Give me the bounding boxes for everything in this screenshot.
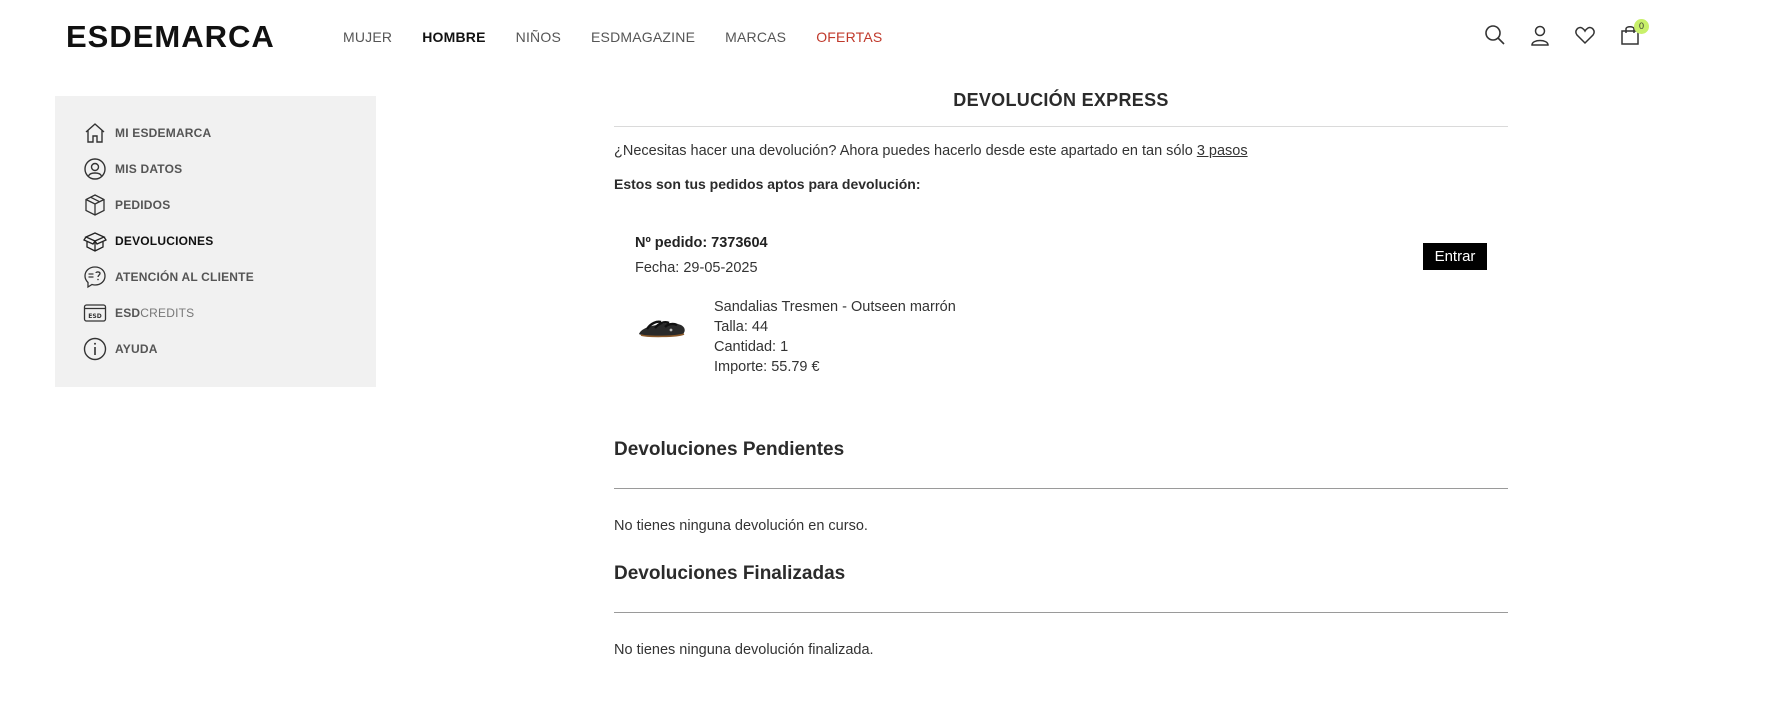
header-icons: 0 <box>1484 19 1664 46</box>
sidebar-item-label: MI ESDEMARCA <box>115 126 212 140</box>
chat-question-icon <box>84 266 106 289</box>
site-header: ESDEMARCA MUJER HOMBRE NIÑOS ESDMAGAZINE… <box>0 0 1767 74</box>
sidebar-item-esdcredits[interactable]: ESD ESDCREDITS <box>83 300 194 326</box>
info-icon <box>83 337 107 361</box>
sidebar-item-label: ESDCREDITS <box>115 306 195 320</box>
finished-returns-title: Devoluciones Finalizadas <box>614 563 846 584</box>
nav-esdmagazine[interactable]: ESDMAGAZINE <box>591 29 695 45</box>
intro-text: ¿Necesitas hacer una devolución? Ahora p… <box>614 143 1248 159</box>
sidebar-item-ayuda[interactable]: AYUDA <box>83 336 158 362</box>
nav-mujer[interactable]: MUJER <box>343 29 392 45</box>
sidebar-item-atencion-cliente[interactable]: ATENCIÓN AL CLIENTE <box>83 264 254 290</box>
eligible-orders-heading: Estos son tus pedidos aptos para devoluc… <box>614 176 921 192</box>
three-steps-link[interactable]: 3 pasos <box>1197 143 1248 159</box>
finished-divider <box>614 612 1508 613</box>
enter-button[interactable]: Entrar <box>1423 243 1487 270</box>
page-title: DEVOLUCIÓN EXPRESS <box>953 90 1169 110</box>
open-box-icon <box>83 232 107 252</box>
product-amount: Importe: 55.79 € <box>714 359 820 375</box>
product-quantity: Cantidad: 1 <box>714 339 789 355</box>
pending-returns-title: Devoluciones Pendientes <box>614 439 845 460</box>
title-divider <box>614 126 1508 127</box>
order-date: Fecha: 29-05-2025 <box>635 260 758 276</box>
sidebar-item-mi-esdemarca[interactable]: MI ESDEMARCA <box>83 120 211 146</box>
product-thumbnail <box>635 301 689 349</box>
nav-marcas[interactable]: MARCAS <box>725 29 786 45</box>
account-sidebar: MI ESDEMARCA MIS DATOS PEDIDOS DEVOLUCIO… <box>55 96 376 387</box>
home-icon <box>85 123 105 143</box>
pending-divider <box>614 488 1508 489</box>
sidebar-item-label: PEDIDOS <box>115 198 171 212</box>
product-details: Sandalias Tresmen - Outseen marrón Talla… <box>714 297 956 377</box>
product-size: Talla: 44 <box>714 319 769 335</box>
pending-returns-text: No tienes ninguna devolución en curso. <box>614 518 868 534</box>
user-icon[interactable] <box>1529 24 1551 46</box>
nav-ninos[interactable]: NIÑOS <box>516 29 561 45</box>
esd-card-icon: ESD <box>83 304 107 322</box>
user-circle-icon <box>84 158 106 180</box>
cart-icon[interactable]: 0 <box>1619 19 1649 46</box>
finished-returns-text: No tienes ninguna devolución finalizada. <box>614 642 874 658</box>
sidebar-item-label: ATENCIÓN AL CLIENTE <box>115 270 254 284</box>
logo[interactable]: ESDEMARCA <box>66 19 275 55</box>
cart-count-badge: 0 <box>1634 19 1649 34</box>
main-nav: MUJER HOMBRE NIÑOS ESDMAGAZINE MARCAS OF… <box>343 29 912 45</box>
sidebar-item-label: MIS DATOS <box>115 162 183 176</box>
order-number: Nº pedido: 7373604 <box>635 235 768 251</box>
sidebar-item-mis-datos[interactable]: MIS DATOS <box>83 156 182 182</box>
box-icon <box>85 194 105 216</box>
svg-text:ESD: ESD <box>88 313 101 320</box>
nav-ofertas[interactable]: OFERTAS <box>816 29 882 45</box>
search-icon[interactable] <box>1484 24 1506 46</box>
sidebar-item-devoluciones[interactable]: DEVOLUCIONES <box>83 228 213 254</box>
nav-hombre[interactable]: HOMBRE <box>422 29 485 45</box>
order-card: Nº pedido: 7373604 Fecha: 29-05-2025 Ent… <box>635 235 1488 385</box>
sidebar-item-label: AYUDA <box>115 342 158 356</box>
product-name: Sandalias Tresmen - Outseen marrón <box>714 299 956 315</box>
sidebar-item-label: DEVOLUCIONES <box>115 234 214 248</box>
sidebar-item-pedidos[interactable]: PEDIDOS <box>83 192 170 218</box>
heart-icon[interactable] <box>1574 24 1596 46</box>
